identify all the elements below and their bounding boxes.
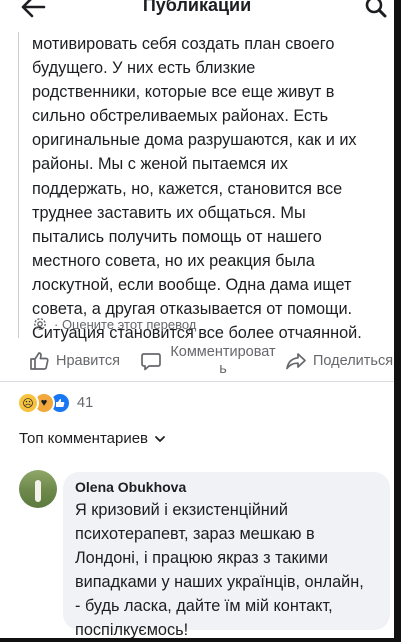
comment-label: Комментироват ь (170, 344, 276, 377)
comment-text: Я кризовий і екзистенційний психотерапев… (75, 501, 364, 639)
screen-edge-bottom (0, 638, 401, 642)
share-arrow-icon (286, 353, 306, 370)
reaction-count: 41 (77, 395, 94, 411)
comment-author[interactable]: Olena Obukhova (75, 479, 186, 495)
thumbs-up-icon (30, 352, 49, 370)
rate-translation-link[interactable]: · Оцените этот перевод (54, 317, 196, 332)
like-label: Нравится (56, 353, 120, 369)
avatar-figure (35, 480, 41, 502)
avatar[interactable] (19, 470, 57, 508)
quote-border (18, 32, 19, 338)
translation-rating-row[interactable]: · Оцените этот перевод (32, 314, 196, 334)
post-actions-bar: Нравится Комментироват ь Поделиться (0, 342, 394, 382)
section-divider (0, 381, 394, 382)
top-bar: Публикации (0, 0, 394, 22)
comment-button[interactable]: Комментироват ь (140, 344, 278, 378)
search-button[interactable] (364, 0, 388, 19)
comments-sort-dropdown[interactable]: Топ комментариев (19, 430, 166, 447)
screen-edge-right (394, 0, 401, 642)
share-button[interactable]: Поделиться (285, 350, 393, 372)
page-title: Публикации (142, 0, 252, 15)
comment-bubble[interactable]: Olena Obukhova Я кризовий і екзистенційн… (63, 472, 390, 639)
thumbs-up-icon (56, 399, 65, 407)
comment-bubble-icon (141, 353, 161, 371)
reactions-summary[interactable]: ☹ ♥ 41 (17, 392, 94, 414)
gear-icon (34, 318, 46, 330)
share-label: Поделиться (313, 353, 394, 369)
sad-reaction-icon: ☹ (17, 392, 39, 414)
post-body-text: мотивировать себя создать план своего бу… (32, 35, 362, 343)
sort-label: Топ комментариев (19, 430, 149, 447)
like-button[interactable]: Нравится (28, 350, 120, 372)
search-icon (365, 0, 387, 18)
chevron-down-icon (155, 435, 165, 442)
